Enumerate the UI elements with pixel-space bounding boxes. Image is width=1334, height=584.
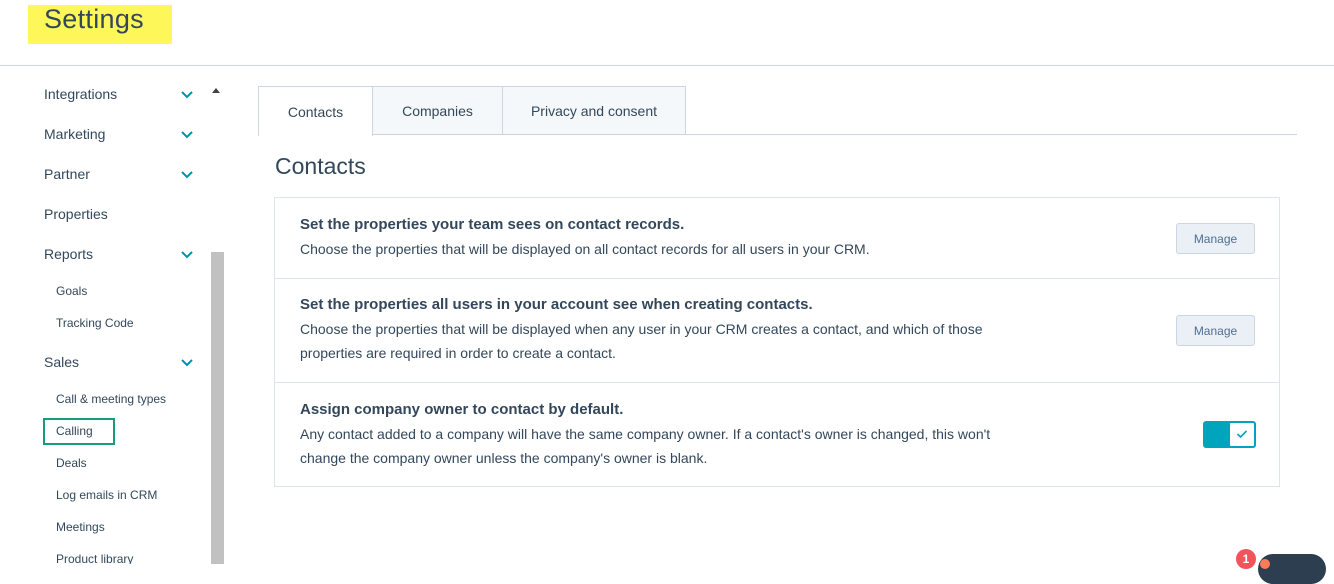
assign-owner-toggle[interactable] — [1203, 421, 1256, 448]
calling-highlight-box — [43, 418, 115, 445]
sidebar-item-label: Reports — [44, 246, 94, 262]
manage-create-properties-button[interactable]: Manage — [1176, 315, 1255, 346]
chat-notification-badge: 1 — [1236, 549, 1256, 569]
check-icon — [1236, 426, 1248, 444]
tab-label: Contacts — [287, 103, 344, 120]
tab-companies[interactable]: Companies — [372, 86, 503, 135]
page-title: Settings — [44, 4, 144, 34]
toggle-knob — [1229, 422, 1255, 447]
tab-privacy-and-consent[interactable]: Privacy and consent — [502, 86, 686, 135]
row-description: Any contact added to a company will have… — [300, 426, 991, 442]
chat-avatar-icon — [1260, 559, 1270, 569]
row-title: Set the properties all users in your acc… — [300, 296, 813, 313]
scroll-up-arrow-icon[interactable] — [212, 88, 220, 93]
row-divider — [275, 278, 1279, 279]
row-description: properties are required in order to crea… — [300, 345, 616, 361]
chat-launcher[interactable] — [1258, 554, 1326, 584]
chevron-down-icon[interactable] — [180, 90, 194, 100]
tab-label: Privacy and consent — [530, 102, 658, 119]
sidebar-item-label: Marketing — [44, 126, 106, 142]
chevron-down-icon[interactable] — [180, 130, 194, 140]
settings-sidebar: Integrations Marketing Partner Propertie… — [0, 66, 228, 564]
sidebar-subitem-call-meeting-types[interactable]: Call & meeting types — [56, 392, 166, 406]
sidebar-subitem-goals[interactable]: Goals — [56, 284, 87, 298]
tab-contacts[interactable]: Contacts — [258, 86, 373, 136]
sidebar-subitem-meetings[interactable]: Meetings — [56, 520, 105, 534]
section-title: Contacts — [275, 153, 366, 179]
tabs-divider — [686, 134, 1297, 135]
sidebar-subitem-log-emails[interactable]: Log emails in CRM — [56, 488, 157, 502]
sidebar-subitem-tracking-code[interactable]: Tracking Code — [56, 316, 134, 330]
sidebar-item-properties[interactable]: Properties — [44, 206, 204, 222]
sidebar-item-label: Sales — [44, 354, 80, 370]
sidebar-item-label: Properties — [44, 206, 108, 222]
row-description: Choose the properties that will be displ… — [300, 241, 870, 257]
row-title: Set the properties your team sees on con… — [300, 216, 685, 233]
sidebar-scrollbar-thumb[interactable] — [211, 252, 224, 564]
row-description: Choose the properties that will be displ… — [300, 321, 983, 337]
sidebar-subitem-product-library[interactable]: Product library — [56, 552, 133, 564]
chevron-down-icon[interactable] — [180, 170, 194, 180]
manage-record-properties-button[interactable]: Manage — [1176, 223, 1255, 254]
sidebar-subitem-deals[interactable]: Deals — [56, 456, 87, 470]
sidebar-item-label: Partner — [44, 166, 90, 182]
sidebar-item-label: Integrations — [44, 86, 118, 102]
chevron-down-icon[interactable] — [180, 358, 194, 368]
row-title: Assign company owner to contact by defau… — [300, 401, 624, 418]
chevron-down-icon[interactable] — [180, 250, 194, 260]
row-divider — [275, 382, 1279, 383]
tab-label: Companies — [402, 102, 473, 119]
row-description: change the company owner unless the comp… — [300, 450, 708, 466]
contacts-settings-card: Set the properties your team sees on con… — [274, 197, 1280, 487]
